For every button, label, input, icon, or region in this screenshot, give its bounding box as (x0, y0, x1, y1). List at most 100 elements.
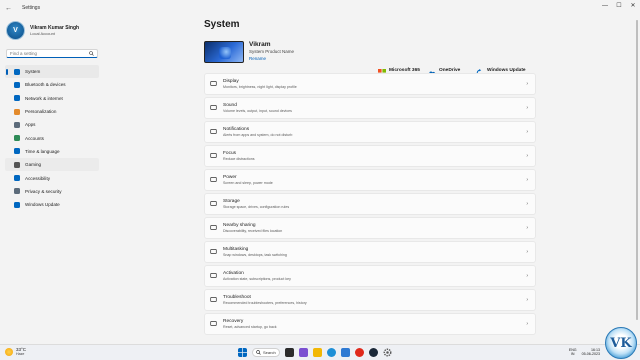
settings-card-nearby-sharing[interactable]: Nearby sharing Discoverability, received … (204, 217, 536, 239)
search-icon (256, 350, 261, 355)
language-indicator[interactable]: ENG IN (569, 348, 577, 356)
sidebar-item-label: Network & internet (25, 95, 63, 101)
card-text: Activation Activation state, subscription… (223, 271, 291, 281)
weather-widget[interactable]: 33°C Haze (5, 347, 26, 356)
sidebar-item-label: Accessibility (25, 175, 51, 181)
window-controls: — ☐ ✕ (598, 0, 640, 12)
page-title: System (204, 19, 240, 30)
device-model: System Product Name (249, 49, 295, 54)
person-icon (14, 135, 20, 142)
monitor-icon (14, 68, 20, 75)
bell-icon (210, 129, 217, 135)
search-input[interactable] (10, 50, 90, 57)
settings-card-recovery[interactable]: Recovery Reset, advanced startup, go back… (204, 313, 536, 335)
settings-card-focus[interactable]: Focus Reduce distractions › (204, 145, 536, 167)
windows-start-icon[interactable] (238, 348, 247, 357)
card-title: Focus (223, 150, 237, 156)
refresh-icon (14, 201, 20, 208)
card-title: Storage (223, 198, 240, 204)
settings-card-activation[interactable]: Activation Activation state, subscription… (204, 265, 536, 287)
back-arrow-icon[interactable]: ← (5, 5, 17, 12)
store-icon[interactable] (341, 348, 350, 357)
file-explorer-icon[interactable] (313, 348, 322, 357)
user-profile[interactable]: V Vikram Kumar Singh Local Account (0, 16, 104, 40)
card-title: Multitasking (223, 246, 249, 252)
chevron-right-icon: › (526, 321, 528, 327)
opera-icon[interactable] (355, 348, 364, 357)
card-title: Notifications (223, 126, 250, 132)
user-name: Vikram Kumar Singh (30, 24, 80, 31)
avatar[interactable]: V (6, 20, 25, 40)
card-text: Display Monitors, brightness, night light… (223, 79, 297, 89)
maximize-button[interactable]: ☐ (612, 0, 626, 12)
device-summary: Vikram System Product Name Rename Micros… (204, 38, 536, 78)
settings-card-power[interactable]: Power Screen and sleep, power mode › (204, 169, 536, 191)
account-type: Local Account (30, 30, 55, 36)
sidebar-item-bluetooth-devices[interactable]: Bluetooth & devices (5, 78, 99, 91)
settings-card-notifications[interactable]: Notifications Alerts from apps and system… (204, 121, 536, 143)
chevron-right-icon: › (526, 129, 528, 135)
task-view-icon[interactable] (285, 348, 294, 357)
clock[interactable]: 16:13 05-06-2023 (582, 348, 600, 356)
sidebar-item-system[interactable]: System (5, 65, 99, 79)
sidebar-item-personalization[interactable]: Personalization (5, 105, 99, 118)
display-icon (210, 81, 217, 87)
search-icon[interactable] (89, 51, 94, 56)
card-subtitle: Reset, advanced startup, go back (223, 324, 277, 329)
taskbar: 33°C Haze Search ENG IN 16:13 05-06-2023 (0, 344, 640, 360)
search-box[interactable] (6, 49, 98, 58)
card-title: Display (223, 78, 239, 84)
card-subtitle: Alerts from apps and system, do not dist… (223, 132, 293, 137)
scrollbar[interactable] (636, 20, 638, 320)
taskbar-search[interactable]: Search (252, 348, 280, 357)
minimize-button[interactable]: — (598, 0, 612, 12)
clock-date: 05-06-2023 (581, 352, 600, 356)
storage-icon (210, 201, 217, 207)
device-info: Vikram System Product Name Rename (249, 41, 294, 61)
chevron-right-icon: › (526, 81, 528, 87)
sidebar-item-accounts[interactable]: Accounts (5, 131, 99, 144)
sidebar-item-network-internet[interactable]: Network & internet (5, 92, 99, 105)
sidebar-item-time-language[interactable]: Time & language (5, 145, 99, 158)
card-text: Multitasking Snap windows, desktops, task… (223, 247, 287, 257)
chevron-right-icon: › (526, 249, 528, 255)
card-title: Troubleshoot (223, 294, 251, 300)
sidebar-item-gaming[interactable]: Gaming (5, 158, 99, 172)
settings-gear-icon[interactable] (383, 348, 392, 357)
sidebar-item-apps[interactable]: Apps (5, 118, 99, 131)
sidebar-item-windows-update[interactable]: Windows Update (5, 198, 99, 211)
chevron-right-icon: › (526, 297, 528, 303)
focus-icon (210, 153, 217, 159)
sidebar-nav: System Bluetooth & devices Network & inter… (0, 65, 104, 211)
settings-card-sound[interactable]: Sound Volume levels, output, input, sound… (204, 97, 536, 119)
title-bar: ← Settings (0, 0, 640, 16)
settings-card-list: Display Monitors, brightness, night light… (204, 73, 536, 337)
edge-icon[interactable] (327, 348, 336, 357)
card-title: Recovery (223, 318, 244, 324)
teams-icon[interactable] (299, 348, 308, 357)
card-subtitle: Activation state, subscriptions, product… (223, 276, 291, 281)
card-text: Troubleshoot Recommended troubleshooters,… (223, 295, 307, 305)
rename-link[interactable]: Rename (249, 56, 294, 61)
sidebar: V Vikram Kumar Singh Local Account Syste… (0, 16, 104, 344)
globe-clock-icon (14, 148, 20, 155)
sidebar-item-label: Gaming (25, 162, 42, 168)
bluetooth-icon (14, 81, 20, 88)
settings-card-troubleshoot[interactable]: Troubleshoot Recommended troubleshooters,… (204, 289, 536, 311)
sidebar-item-label: Personalization (25, 109, 57, 115)
card-text: Nearby sharing Discoverability, received … (223, 223, 282, 233)
settings-card-storage[interactable]: Storage Storage space, drives, configurat… (204, 193, 536, 215)
sun-icon (5, 347, 13, 356)
close-button[interactable]: ✕ (626, 0, 640, 12)
sidebar-item-accessibility[interactable]: Accessibility (5, 171, 99, 184)
language-region: IN (570, 352, 575, 356)
shield-icon (14, 188, 20, 195)
user-info: Vikram Kumar Singh Local Account (30, 25, 79, 36)
activation-icon (210, 273, 217, 279)
settings-card-display[interactable]: Display Monitors, brightness, night light… (204, 73, 536, 95)
settings-card-multitasking[interactable]: Multitasking Snap windows, desktops, task… (204, 241, 536, 263)
sidebar-item-privacy-security[interactable]: Privacy & security (5, 185, 99, 198)
steam-icon[interactable] (369, 348, 378, 357)
card-subtitle: Volume levels, output, input, sound devi… (223, 108, 292, 113)
apps-icon (14, 121, 20, 128)
